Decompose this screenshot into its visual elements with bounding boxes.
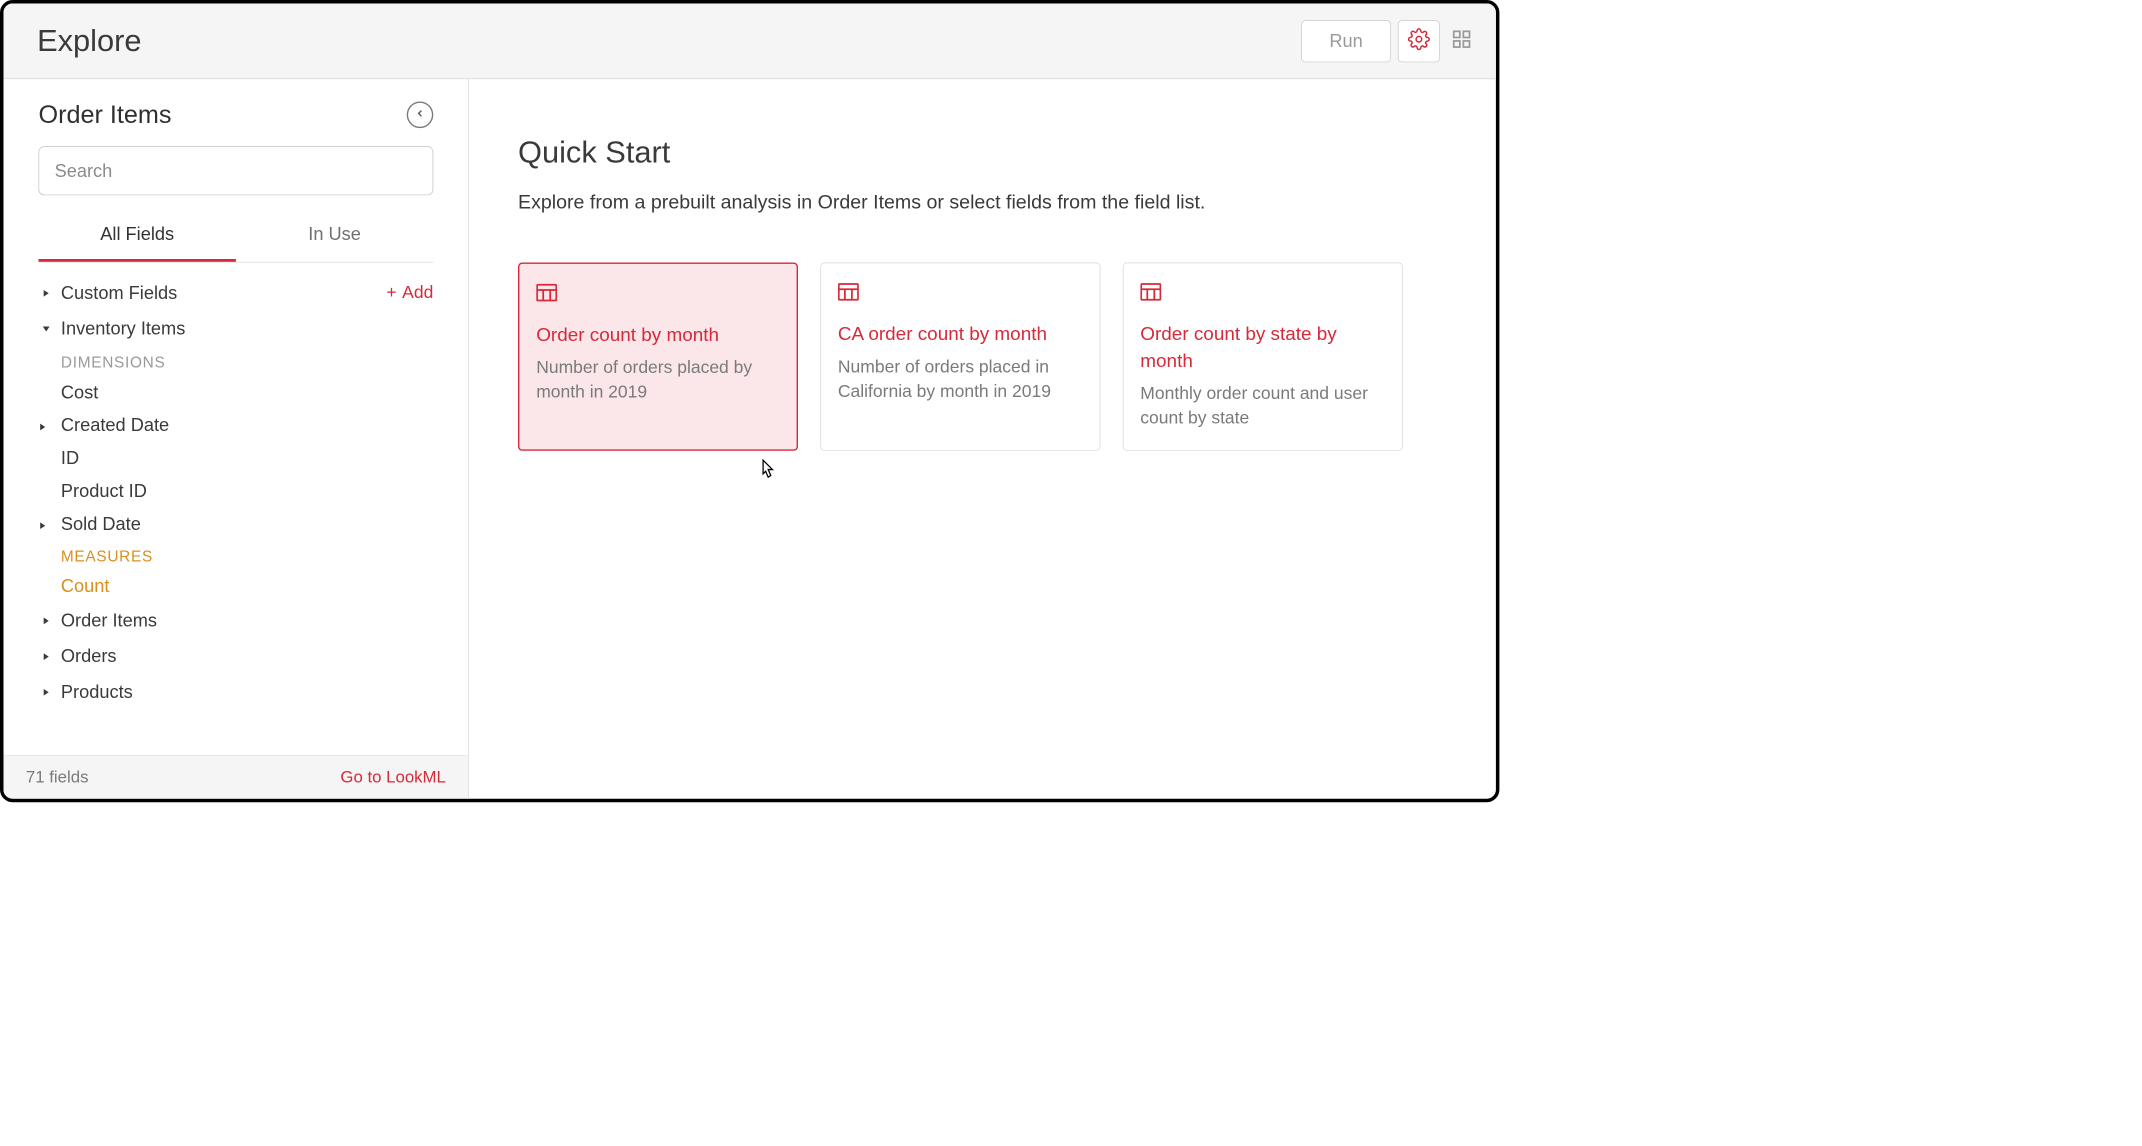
plus-icon: + — [386, 283, 396, 303]
grid-icon — [1451, 29, 1472, 54]
field-count[interactable]: Count — [39, 570, 434, 603]
orders-row[interactable]: Orders — [39, 638, 434, 674]
field-sold-date[interactable]: Sold Date — [39, 508, 434, 541]
settings-button[interactable] — [1398, 20, 1440, 62]
order-items-row[interactable]: Order Items — [39, 603, 434, 639]
quick-start-description: Explore from a prebuilt analysis in Orde… — [518, 191, 1447, 213]
explore-name: Order Items — [39, 100, 172, 129]
measures-header: MEASURES — [39, 540, 434, 569]
caret-right-icon — [39, 513, 54, 535]
card-description: Number of orders placed by month in 2019 — [536, 355, 780, 404]
body: Order Items All Fields In Use — [4, 79, 1496, 799]
field-id[interactable]: ID — [39, 442, 434, 475]
quick-start-card[interactable]: Order count by state by month Monthly or… — [1123, 263, 1403, 451]
field-product-id[interactable]: Product ID — [39, 475, 434, 508]
inventory-items-label: Inventory Items — [61, 318, 185, 340]
card-description: Monthly order count and user count by st… — [1140, 381, 1385, 430]
search-input[interactable] — [39, 146, 434, 195]
products-row[interactable]: Products — [39, 674, 434, 710]
dashboard-grid-button[interactable] — [1447, 20, 1476, 62]
caret-right-icon — [39, 652, 54, 660]
field-created-date[interactable]: Created Date — [39, 409, 434, 442]
page-title: Explore — [37, 23, 141, 58]
caret-down-icon — [39, 324, 54, 332]
main-content: Quick Start Explore from a prebuilt anal… — [469, 79, 1496, 799]
gear-icon — [1408, 28, 1430, 54]
table-icon — [838, 283, 1083, 305]
chevron-left-icon — [414, 107, 425, 122]
dimensions-header: DIMENSIONS — [39, 347, 434, 376]
caret-right-icon — [39, 616, 54, 624]
add-custom-field-button[interactable]: + Add — [386, 283, 433, 303]
collapse-sidebar-button[interactable] — [407, 102, 434, 129]
explore-window: Explore Run Order Items — [0, 0, 1499, 802]
field-count: 71 fields — [26, 768, 89, 788]
quick-start-card[interactable]: CA order count by month Number of orders… — [820, 263, 1100, 451]
add-label: Add — [402, 283, 433, 303]
caret-right-icon — [39, 688, 54, 696]
field-tabs: All Fields In Use — [39, 214, 434, 263]
tab-all-fields[interactable]: All Fields — [39, 214, 236, 262]
tab-in-use[interactable]: In Use — [236, 214, 433, 262]
go-to-lookml-link[interactable]: Go to LookML — [340, 768, 446, 788]
run-button[interactable]: Run — [1301, 20, 1391, 62]
sidebar-head: Order Items — [39, 100, 434, 129]
table-icon — [536, 284, 780, 306]
custom-fields-label: Custom Fields — [61, 282, 177, 304]
quick-start-cards: Order count by month Number of orders pl… — [518, 263, 1447, 451]
header-bar: Explore Run — [4, 4, 1496, 80]
quick-start-title: Quick Start — [518, 135, 1447, 170]
header-actions: Run — [1301, 20, 1476, 62]
field-tree: Custom Fields + Add Inventory Items DIME… — [39, 275, 434, 710]
sidebar-footer: 71 fields Go to LookML — [4, 755, 469, 798]
custom-fields-row[interactable]: Custom Fields + Add — [39, 275, 434, 311]
table-icon — [1140, 283, 1385, 305]
inventory-items-row[interactable]: Inventory Items — [39, 311, 434, 347]
card-title: Order count by month — [536, 322, 780, 348]
card-title: Order count by state by month — [1140, 321, 1385, 374]
quick-start-card[interactable]: Order count by month Number of orders pl… — [518, 263, 798, 451]
card-title: CA order count by month — [838, 321, 1083, 347]
card-description: Number of orders placed in California by… — [838, 355, 1083, 404]
caret-right-icon — [39, 414, 54, 436]
field-sidebar: Order Items All Fields In Use — [4, 79, 470, 799]
caret-right-icon — [39, 289, 54, 297]
field-cost[interactable]: Cost — [39, 376, 434, 409]
